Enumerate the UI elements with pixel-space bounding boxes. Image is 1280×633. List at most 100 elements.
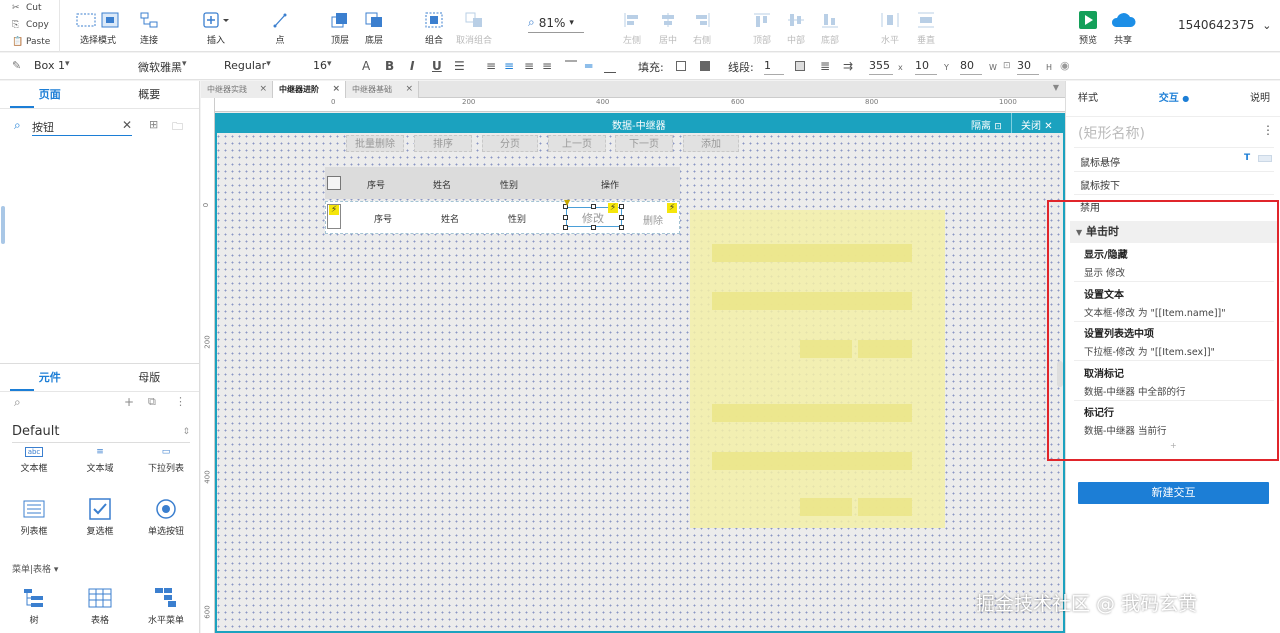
add-page-icon[interactable]: ⊞ (149, 118, 158, 131)
italic-icon[interactable]: I (410, 59, 414, 73)
widget-search-icon[interactable]: ⌕ (14, 395, 21, 410)
distribute-vertical-button[interactable]: 垂直 (912, 0, 940, 52)
group-button[interactable]: 组合 (420, 0, 448, 52)
more-icon[interactable]: ⋮ (1262, 123, 1274, 137)
tab-widgets[interactable]: 元件 (0, 364, 100, 391)
widget-radio[interactable]: 单选按钮 (141, 494, 191, 537)
widget-listbox[interactable]: 列表框 (9, 494, 59, 537)
add-library-icon[interactable]: + (124, 395, 134, 409)
align-top-button[interactable]: 顶部 (748, 0, 776, 52)
underline-icon[interactable]: U (432, 59, 442, 73)
align-right-button[interactable]: 右侧 (688, 0, 716, 52)
font-weight-dropdown[interactable]: Regular (224, 59, 300, 72)
height-input[interactable]: 30 (1017, 57, 1039, 75)
align-center-button[interactable]: 居中 (654, 0, 682, 52)
next-page-button[interactable]: 下一页 (615, 135, 673, 152)
user-account-menu[interactable]: 1540642375 ⌄ (1178, 18, 1271, 32)
ungroup-button[interactable]: 取消组合 (454, 0, 494, 52)
widget-dropdown[interactable]: ▭ 下拉列表 (141, 443, 191, 474)
search-input[interactable]: 按钮 (32, 119, 132, 136)
resize-handle[interactable] (591, 204, 596, 209)
widget-checkbox[interactable]: 复选框 (75, 494, 125, 537)
shape-name-input[interactable]: (矩形名称) (1078, 123, 1145, 143)
list-icon[interactable]: ☰ (454, 59, 465, 73)
x-input[interactable]: 355 (869, 57, 893, 75)
align-text-left-icon[interactable]: ≡ (486, 59, 496, 73)
align-bottom-button[interactable]: 底部 (816, 0, 844, 52)
align-text-center-icon[interactable]: ≡ (504, 59, 514, 73)
more-icon[interactable]: ⋮ (175, 395, 186, 408)
resize-handle[interactable] (563, 225, 568, 230)
send-to-back-button[interactable]: 底层 (360, 0, 388, 52)
panel-scrollbar[interactable] (1, 206, 5, 244)
tab-page-3[interactable]: 中继器基础 × (346, 81, 419, 98)
valign-top-icon[interactable]: ⎺ (565, 59, 577, 74)
font-family-dropdown[interactable]: 微软雅黑 (138, 59, 210, 75)
line-color-swatch[interactable] (795, 61, 805, 71)
font-size-dropdown[interactable]: 16 (313, 59, 347, 72)
valign-middle-icon[interactable]: ═ (585, 59, 592, 73)
element-style-dropdown[interactable]: Box 1 (34, 59, 124, 72)
event-mouse-hover[interactable]: 鼠标悬停 (1080, 154, 1120, 169)
close-icon[interactable]: × (332, 81, 340, 98)
delete-button[interactable]: 删除 (643, 212, 663, 227)
visibility-icon[interactable]: ◉ (1060, 59, 1070, 72)
distribute-horizontal-button[interactable]: 水平 (876, 0, 904, 52)
resize-handle[interactable] (591, 225, 596, 230)
tabs-overflow-icon[interactable]: ▼ (1053, 83, 1059, 92)
font-color-icon[interactable]: A (362, 59, 370, 73)
close-icon[interactable]: × (405, 81, 413, 98)
widget-table[interactable]: 表格 (75, 583, 125, 626)
select-mode-button[interactable]: 选择模式 (68, 0, 128, 52)
paginate-button[interactable]: 分页 (482, 135, 538, 152)
select-all-checkbox[interactable] (327, 176, 341, 190)
align-left-button[interactable]: 左侧 (618, 0, 646, 52)
library-copy-icon[interactable]: ⧉ (148, 395, 156, 409)
tab-interaction[interactable]: 交互 ● (1142, 81, 1206, 116)
event-mouse-down[interactable]: 鼠标按下 (1080, 177, 1120, 192)
widget-horizontal-menu[interactable]: 水平菜单 (141, 583, 191, 626)
paste-button[interactable]: 📋 Paste (0, 34, 59, 51)
close-icon[interactable]: × (259, 81, 267, 98)
line-style-icon[interactable]: ≣ (820, 59, 830, 73)
align-text-right-icon[interactable]: ≡ (524, 59, 534, 73)
folder-icon[interactable]: 🗀 (172, 118, 183, 137)
tab-page-1[interactable]: 中继器实践 × (201, 81, 273, 98)
rotate-handle-icon[interactable]: ▼ (564, 198, 570, 207)
line-width-input[interactable]: 1 (764, 57, 784, 75)
width-input[interactable]: 80 (960, 57, 982, 75)
point-button[interactable]: 点 (266, 0, 294, 52)
new-interaction-button[interactable]: 新建交互 (1078, 482, 1269, 504)
tab-page-2[interactable]: 中继器进阶 × (273, 81, 346, 98)
resize-handle[interactable] (563, 215, 568, 220)
fill-color-swatch[interactable] (676, 61, 686, 71)
library-dropdown[interactable]: Default ⇕ (12, 421, 190, 443)
insert-button[interactable]: 插入 (198, 0, 234, 52)
cut-button[interactable]: ✂ Cut (0, 0, 59, 17)
align-middle-button[interactable]: 中部 (782, 0, 810, 52)
align-text-justify-icon[interactable]: ≡ (542, 59, 552, 73)
copy-button[interactable]: ⎘ Copy (0, 17, 59, 34)
resize-handle[interactable] (619, 204, 624, 209)
tab-outline[interactable]: 概要 (100, 81, 200, 108)
shadow-swatch[interactable] (700, 61, 710, 71)
batch-delete-button[interactable]: 批量删除 (346, 135, 404, 152)
toggle-icon[interactable] (1258, 155, 1272, 162)
lock-ratio-icon[interactable]: ⊡ (1003, 61, 1011, 71)
arrow-style-icon[interactable]: ⇉ (843, 59, 853, 73)
tab-masters[interactable]: 母版 (100, 364, 200, 391)
resize-handle[interactable] (619, 225, 624, 230)
valign-bottom-icon[interactable]: ⎽ (604, 59, 616, 74)
tab-notes[interactable]: 说明 (1206, 81, 1280, 116)
bold-icon[interactable]: B (385, 59, 394, 73)
bring-to-front-button[interactable]: 顶层 (326, 0, 354, 52)
add-row-button[interactable]: 添加 (683, 135, 739, 152)
y-input[interactable]: 10 (915, 57, 937, 75)
connect-button[interactable]: 连接 (134, 0, 164, 52)
prev-page-button[interactable]: 上一页 (548, 135, 606, 152)
sort-button[interactable]: 排序 (414, 135, 472, 152)
tab-pages[interactable]: 页面 (0, 81, 100, 108)
tab-style[interactable]: 样式 (1066, 81, 1142, 116)
widget-textbox[interactable]: abc 文本框 (9, 443, 59, 474)
resize-handle[interactable] (619, 215, 624, 220)
